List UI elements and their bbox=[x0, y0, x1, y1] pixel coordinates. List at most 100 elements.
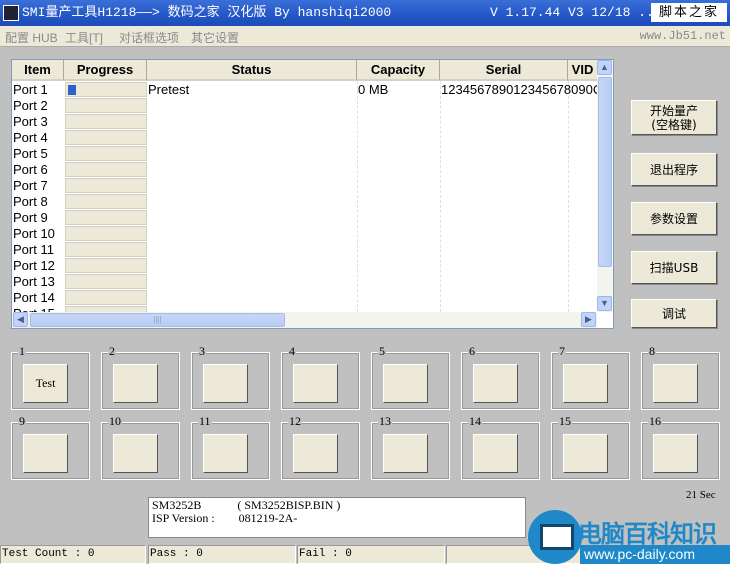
port-group: 5 bbox=[371, 345, 450, 410]
port-group: 6 bbox=[461, 345, 540, 410]
progress-bar bbox=[65, 242, 147, 257]
progress-bar bbox=[65, 274, 147, 289]
table-row[interactable]: Port 5 bbox=[12, 146, 598, 162]
progress-bar bbox=[65, 178, 147, 193]
exit-button[interactable]: 退出程序 bbox=[631, 153, 717, 186]
port-group: 4 bbox=[281, 345, 360, 410]
info-line: ISP Version : 081219-2A- bbox=[152, 511, 298, 525]
port-name: Port 6 bbox=[13, 162, 48, 177]
port-group: 10 bbox=[101, 415, 180, 480]
col-status[interactable]: Status bbox=[147, 60, 357, 81]
debug-button[interactable]: 调试 bbox=[631, 299, 717, 328]
port-name: Port 13 bbox=[13, 274, 55, 289]
progress-bar bbox=[65, 82, 147, 97]
table-row[interactable]: Port 13 bbox=[12, 274, 598, 290]
scroll-thumb[interactable] bbox=[598, 77, 612, 267]
port-button[interactable] bbox=[113, 364, 158, 403]
menu-tools[interactable]: 工具[T] bbox=[65, 29, 103, 46]
port-button[interactable] bbox=[383, 434, 428, 473]
port-button[interactable] bbox=[563, 434, 608, 473]
scroll-thumb[interactable]: |||| bbox=[30, 313, 285, 327]
port-group: 1 Test bbox=[11, 345, 90, 410]
port-name: Port 10 bbox=[13, 226, 55, 241]
port-group: 13 bbox=[371, 415, 450, 480]
port-number: 9 bbox=[18, 414, 26, 428]
port-number: 10 bbox=[108, 414, 122, 428]
col-progress[interactable]: Progress bbox=[64, 60, 147, 81]
scroll-left-button[interactable]: ◀ bbox=[13, 312, 28, 327]
port-number: 8 bbox=[648, 344, 656, 358]
port-button[interactable] bbox=[293, 364, 338, 403]
port-name: Port 5 bbox=[13, 146, 48, 161]
settings-button[interactable]: 参数设置 bbox=[631, 202, 717, 235]
scroll-down-button[interactable]: ▼ bbox=[597, 296, 612, 311]
menu-dialog-options[interactable]: 对话框选项 bbox=[119, 29, 179, 46]
site-logo: 脚本之家 bbox=[651, 3, 727, 22]
port-button[interactable] bbox=[473, 364, 518, 403]
capacity-cell: 0 MB bbox=[358, 82, 389, 97]
menu-bar: 配置 HUB 工具[T] 对话框选项 其它设置 www.Jb51.net bbox=[0, 26, 730, 47]
scroll-up-button[interactable]: ▲ bbox=[597, 60, 612, 75]
port-button[interactable] bbox=[653, 364, 698, 403]
progress-bar bbox=[65, 210, 147, 225]
table-row[interactable]: Port 6 bbox=[12, 162, 598, 178]
port-number: 16 bbox=[648, 414, 662, 428]
port-button[interactable]: Test bbox=[23, 364, 68, 403]
port-name: Port 11 bbox=[13, 242, 54, 257]
menu-hub[interactable]: 配置 HUB bbox=[5, 29, 58, 46]
info-box: SM3252B ( SM3252BISP.BIN ) ISP Version : … bbox=[148, 497, 526, 538]
port-button[interactable] bbox=[113, 434, 158, 473]
port-name: Port 2 bbox=[13, 98, 48, 113]
table-row[interactable]: Port 1 Pretest 0 MB 123456789012345678090C bbox=[12, 82, 598, 98]
port-group: 7 bbox=[551, 345, 630, 410]
port-button[interactable] bbox=[473, 434, 518, 473]
watermark-title: 电脑百科知识 bbox=[578, 520, 717, 548]
scan-usb-button[interactable]: 扫描USB bbox=[631, 251, 717, 284]
port-group: 14 bbox=[461, 415, 540, 480]
port-button[interactable] bbox=[203, 364, 248, 403]
progress-fill bbox=[68, 85, 76, 95]
port-button[interactable] bbox=[563, 364, 608, 403]
table-row[interactable]: Port 4 bbox=[12, 130, 598, 146]
horizontal-scrollbar[interactable]: ◀ |||| ▶ bbox=[12, 312, 597, 328]
col-serial[interactable]: Serial bbox=[440, 60, 568, 81]
col-item[interactable]: Item bbox=[12, 60, 64, 81]
port-button[interactable] bbox=[653, 434, 698, 473]
port-number: 6 bbox=[468, 344, 476, 358]
port-number: 11 bbox=[198, 414, 212, 428]
start-production-button[interactable]: 开始量产 (空格键) bbox=[631, 100, 717, 135]
window-title: SMI量产工具H1218——> 数码之家 汉化版 By hanshiqi2000 bbox=[22, 5, 392, 20]
port-button[interactable] bbox=[383, 364, 428, 403]
status-cell: Pretest bbox=[148, 82, 190, 97]
progress-bar bbox=[65, 146, 147, 161]
menu-other-settings[interactable]: 其它设置 bbox=[191, 29, 239, 46]
table-row[interactable]: Port 10 bbox=[12, 226, 598, 242]
serial-cell: 123456789012345678090C bbox=[441, 82, 597, 97]
port-group: 12 bbox=[281, 415, 360, 480]
port-button[interactable] bbox=[203, 434, 248, 473]
pass-count: Pass : 0 bbox=[148, 545, 296, 564]
table-row[interactable]: Port 7 bbox=[12, 178, 598, 194]
col-vid[interactable]: VID bbox=[568, 60, 598, 81]
port-button[interactable] bbox=[23, 434, 68, 473]
scroll-right-button[interactable]: ▶ bbox=[581, 312, 596, 327]
table-row[interactable]: Port 8 bbox=[12, 194, 598, 210]
port-name: Port 9 bbox=[13, 210, 48, 225]
port-number: 3 bbox=[198, 344, 206, 358]
port-button[interactable] bbox=[293, 434, 338, 473]
progress-bar bbox=[65, 194, 147, 209]
port-number: 12 bbox=[288, 414, 302, 428]
vertical-scrollbar[interactable]: ▲ ▼ bbox=[597, 60, 613, 312]
table-row[interactable]: Port 3 bbox=[12, 114, 598, 130]
port-group: 16 bbox=[641, 415, 720, 480]
table-row[interactable]: Port 11 bbox=[12, 242, 598, 258]
table-row[interactable]: Port 9 bbox=[12, 210, 598, 226]
progress-bar bbox=[65, 114, 147, 129]
col-capacity[interactable]: Capacity bbox=[357, 60, 440, 81]
port-number: 1 bbox=[18, 344, 26, 358]
table-row[interactable]: Port 2 bbox=[12, 98, 598, 114]
timer-label: 21 Sec bbox=[686, 489, 716, 501]
table-row[interactable]: Port 12 bbox=[12, 258, 598, 274]
port-name: Port 7 bbox=[13, 178, 48, 193]
table-row[interactable]: Port 14 bbox=[12, 290, 598, 306]
